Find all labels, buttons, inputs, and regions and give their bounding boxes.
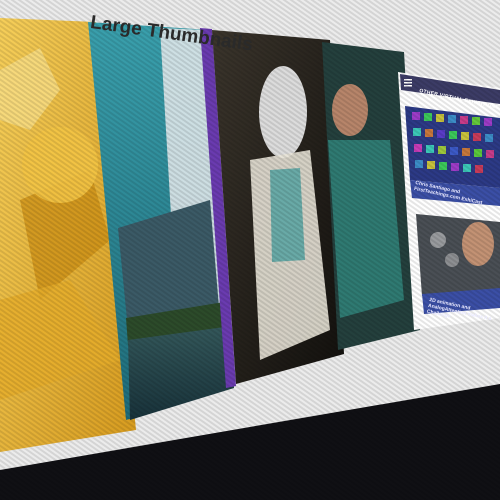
moire-overlay xyxy=(0,0,500,500)
monitor-photo: Large Thumbnails OTHER VIRTUAL EXHIBITIO… xyxy=(0,0,500,500)
monitor-scene xyxy=(0,0,500,500)
